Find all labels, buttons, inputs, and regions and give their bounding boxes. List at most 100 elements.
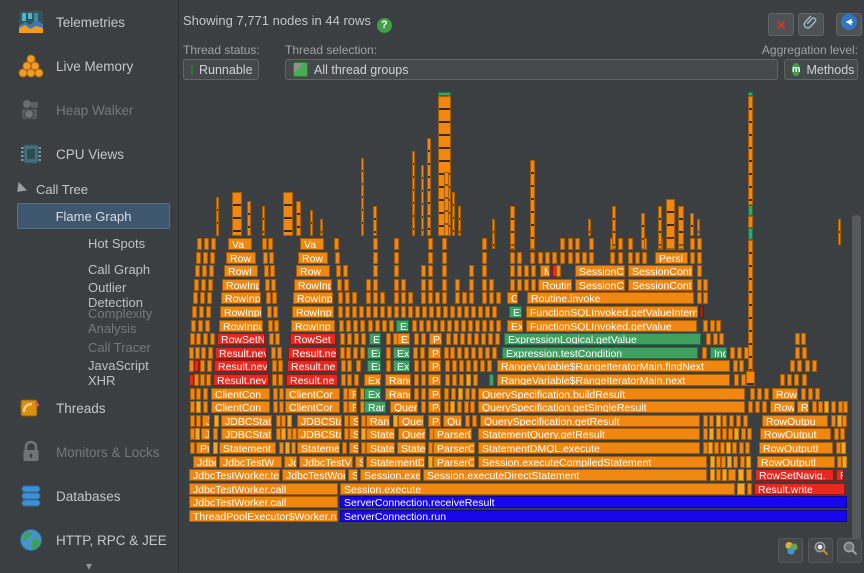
flame-bar[interactable]: Session.execute xyxy=(340,483,735,495)
flame-bar[interactable] xyxy=(745,442,750,454)
flame-bar[interactable] xyxy=(360,347,365,359)
flame-spire[interactable] xyxy=(697,219,700,236)
flame-bar[interactable] xyxy=(380,306,385,318)
flame-bar[interactable] xyxy=(466,360,471,372)
flame-bar[interactable] xyxy=(471,306,476,318)
flame-bar[interactable] xyxy=(464,401,469,413)
flame-bar[interactable] xyxy=(428,292,433,304)
flame-bar[interactable] xyxy=(436,306,441,318)
flame-bar[interactable] xyxy=(380,292,385,304)
flame-bar[interactable] xyxy=(361,333,366,345)
flame-bar[interactable] xyxy=(347,360,352,372)
flame-bar[interactable] xyxy=(713,333,718,345)
flame-bar[interactable]: Pa xyxy=(428,347,441,359)
flame-bar[interactable] xyxy=(703,415,708,427)
flame-bar[interactable] xyxy=(780,374,785,386)
flame-bar[interactable] xyxy=(421,265,426,277)
flame-bar[interactable] xyxy=(277,347,282,359)
flame-bar[interactable]: Statemer xyxy=(297,442,340,454)
flame-bar[interactable]: Result.write xyxy=(754,483,845,495)
flame-bar[interactable] xyxy=(465,415,470,427)
flame-bar[interactable] xyxy=(478,306,483,318)
flame-spire[interactable] xyxy=(283,192,293,236)
flame-bar[interactable] xyxy=(382,320,387,332)
flame-bar[interactable]: ExpressionLogical.getValue xyxy=(504,333,701,345)
flame-bar[interactable] xyxy=(728,469,736,481)
flame-bar[interactable] xyxy=(428,265,433,277)
flame-spire[interactable] xyxy=(232,192,242,236)
flame-bar[interactable] xyxy=(195,347,200,359)
flame-spire[interactable] xyxy=(588,219,591,236)
flame-spire[interactable] xyxy=(838,219,841,245)
flame-bar[interactable] xyxy=(375,320,380,332)
flame-bar[interactable] xyxy=(495,333,500,345)
flame-bar[interactable] xyxy=(510,265,515,277)
flame-bar[interactable] xyxy=(464,306,469,318)
flame-bar[interactable]: Result.ne xyxy=(288,347,337,359)
flame-bar[interactable]: JdbcTestW xyxy=(219,456,282,468)
flame-bar[interactable] xyxy=(458,388,463,400)
flame-bar[interactable] xyxy=(453,333,458,345)
flame-bar[interactable] xyxy=(480,360,485,372)
flame-bar[interactable]: Row xyxy=(226,252,256,264)
flame-bar[interactable] xyxy=(421,360,426,372)
flame-bar[interactable] xyxy=(743,415,748,427)
flame-bar[interactable]: JDBCState xyxy=(221,428,272,440)
flame-bar[interactable] xyxy=(373,238,378,250)
flame-spire[interactable] xyxy=(748,240,753,371)
flame-bar[interactable] xyxy=(189,347,194,359)
flame-bar[interactable]: Row xyxy=(298,252,328,264)
flame-bar[interactable] xyxy=(205,320,210,332)
flame-bar[interactable] xyxy=(414,374,419,386)
flame-bar[interactable] xyxy=(359,306,364,318)
flame-bar[interactable] xyxy=(195,265,200,277)
flame-bar[interactable] xyxy=(840,428,845,440)
flame-bar[interactable] xyxy=(338,292,343,304)
flame-bar[interactable] xyxy=(285,442,290,454)
flame-bar[interactable] xyxy=(478,347,483,359)
flame-bar[interactable] xyxy=(353,320,358,332)
flame-bar[interactable]: Query xyxy=(398,415,424,427)
flame-bar[interactable] xyxy=(445,360,450,372)
flame-bar[interactable] xyxy=(273,388,278,400)
flame-spire[interactable] xyxy=(746,371,755,386)
flame-bar[interactable] xyxy=(421,401,426,413)
flame-bar[interactable]: R xyxy=(348,388,357,400)
flame-bar[interactable]: Result.nev xyxy=(214,360,268,372)
flame-bar[interactable] xyxy=(831,415,836,427)
flame-bar[interactable] xyxy=(746,456,751,468)
zoom-button[interactable] xyxy=(837,538,862,563)
flame-bar[interactable] xyxy=(618,238,623,250)
flame-bar[interactable]: RowC xyxy=(770,401,795,413)
flame-bar[interactable]: RowInpu xyxy=(221,292,261,304)
flame-bar[interactable]: Query xyxy=(390,401,418,413)
flame-bar[interactable]: RowSetN xyxy=(217,333,265,345)
flame-bar[interactable]: StatementDN xyxy=(366,456,425,468)
flame-bar[interactable] xyxy=(273,306,278,318)
flame-bar[interactable] xyxy=(387,306,392,318)
flame-bar[interactable] xyxy=(738,469,744,481)
flame-bar[interactable] xyxy=(470,401,475,413)
flame-bar[interactable] xyxy=(394,238,399,250)
flame-spire[interactable] xyxy=(748,216,753,228)
flame-bar[interactable]: Exp xyxy=(364,388,381,400)
flame-bar[interactable]: SessionCo xyxy=(575,265,625,277)
flame-bar[interactable] xyxy=(560,252,565,264)
flame-bar[interactable]: Cl xyxy=(507,292,518,304)
flame-bar[interactable] xyxy=(748,401,753,413)
flame-bar[interactable] xyxy=(408,306,413,318)
flame-bar[interactable] xyxy=(703,292,708,304)
flame-bar[interactable] xyxy=(342,442,347,454)
flame-bar[interactable] xyxy=(190,415,195,427)
flame-bar[interactable] xyxy=(211,238,216,250)
flame-bar[interactable]: ThreadPoolExecutor$Worker.run xyxy=(189,510,338,522)
flame-bar[interactable]: Routine.invoke xyxy=(527,292,694,304)
flame-bar[interactable]: RowOutpu xyxy=(762,415,828,427)
flame-bar[interactable] xyxy=(482,292,487,304)
flame-bar[interactable] xyxy=(281,428,286,440)
flame-bar[interactable] xyxy=(475,320,480,332)
flame-bar[interactable] xyxy=(207,360,212,372)
flame-bar[interactable] xyxy=(473,374,478,386)
flame-bar[interactable] xyxy=(442,292,447,304)
flame-bar[interactable] xyxy=(450,347,455,359)
